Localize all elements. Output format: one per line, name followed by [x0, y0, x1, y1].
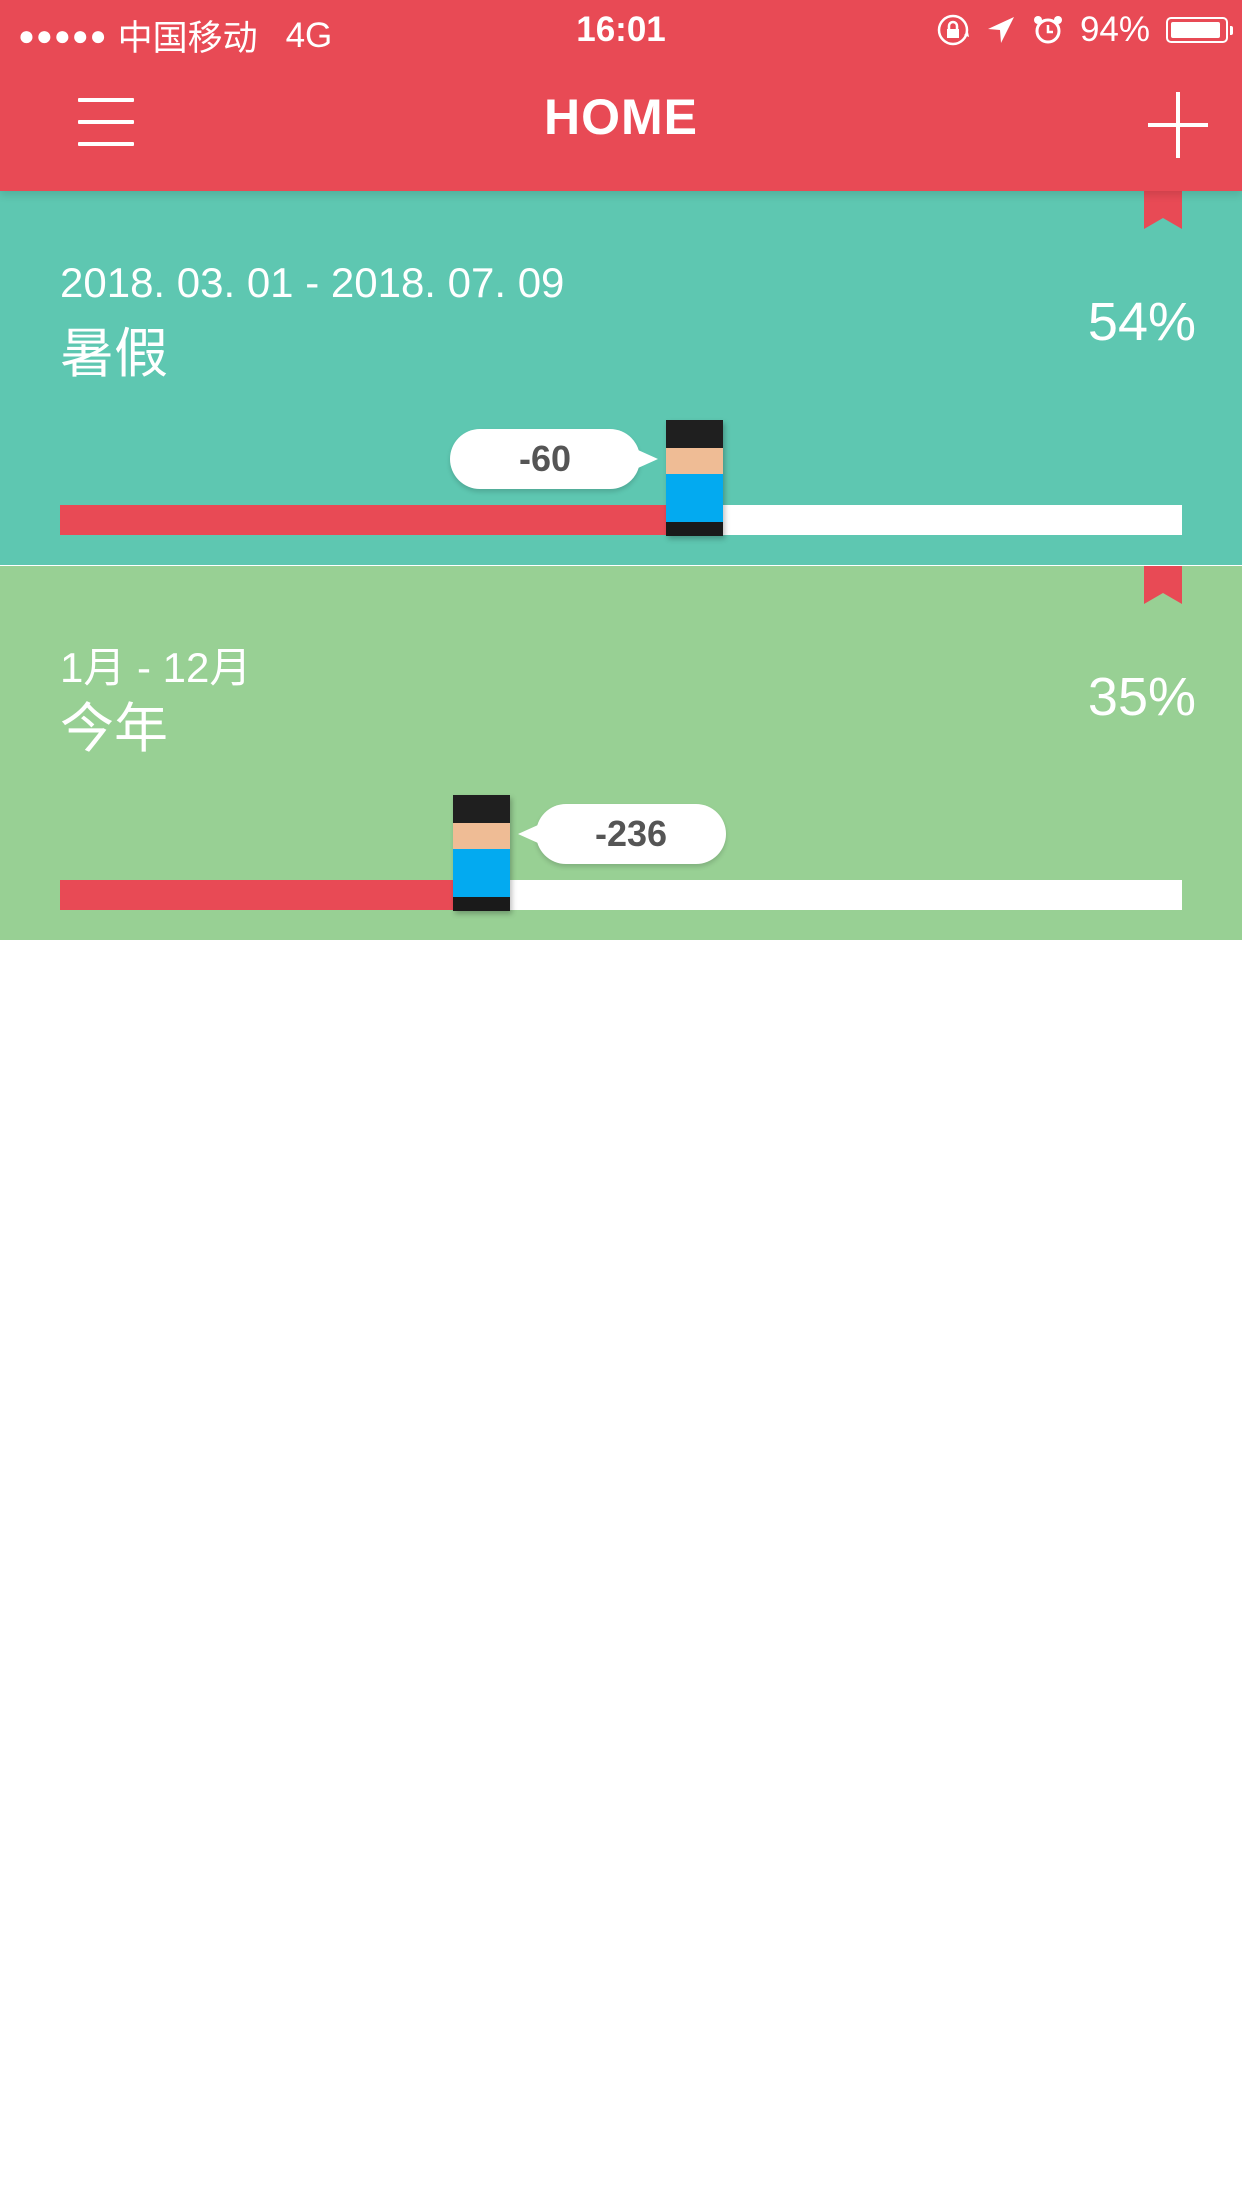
- avatar-shoes: [666, 522, 723, 536]
- status-bar: ●●●●● 中国移动 4G 16:01 94%: [0, 0, 1242, 62]
- battery-icon: [1166, 17, 1233, 43]
- location-arrow-icon: [987, 17, 1014, 43]
- progress-fill: [60, 880, 453, 910]
- bookmark-icon[interactable]: [1144, 566, 1182, 604]
- avatar-face: [666, 448, 723, 474]
- status-right: 94%: [936, 10, 1233, 50]
- avatar-hair: [666, 420, 723, 448]
- card-title: 今年: [60, 699, 168, 759]
- bubble-tail: [518, 825, 538, 843]
- avatar-shirt: [666, 474, 723, 522]
- progress-track: [60, 505, 1182, 535]
- avatar-shirt: [453, 849, 510, 897]
- pixel-avatar-icon: [453, 795, 510, 911]
- countdown-card[interactable]: 1月 - 12月 今年 35% -236: [0, 566, 1242, 940]
- card-title: 暑假: [60, 324, 168, 384]
- plus-icon: [1148, 92, 1208, 158]
- countdown-card[interactable]: 2018. 03. 01 - 2018. 07. 09 暑假 54% -60: [0, 191, 1242, 565]
- battery-percent: 94%: [1079, 10, 1150, 49]
- alarm-icon: [1033, 16, 1062, 44]
- days-remaining-bubble: -60: [450, 429, 658, 489]
- rotation-lock-icon: [937, 14, 969, 46]
- progress-percent: 35%: [1087, 667, 1196, 727]
- progress-track: [60, 880, 1182, 910]
- avatar-shoes: [453, 897, 510, 911]
- days-remaining: -236: [594, 813, 668, 854]
- bookmark-icon[interactable]: [1144, 191, 1182, 229]
- progress-percent: 54%: [1087, 292, 1196, 352]
- days-remaining-bubble: -236: [518, 804, 726, 864]
- date-range: 2018. 03. 01 - 2018. 07. 09: [60, 259, 565, 306]
- battery-fill: [1171, 22, 1220, 38]
- avatar-hair: [453, 795, 510, 823]
- add-button[interactable]: [1148, 92, 1208, 158]
- avatar-face: [453, 823, 510, 849]
- bubble-tail: [638, 450, 658, 468]
- pixel-avatar-icon: [666, 420, 723, 536]
- app-header: ●●●●● 中国移动 4G 16:01 94% HOME: [0, 0, 1242, 191]
- progress-fill: [60, 505, 666, 535]
- page-title: HOME: [544, 89, 698, 145]
- days-remaining: -60: [518, 438, 572, 479]
